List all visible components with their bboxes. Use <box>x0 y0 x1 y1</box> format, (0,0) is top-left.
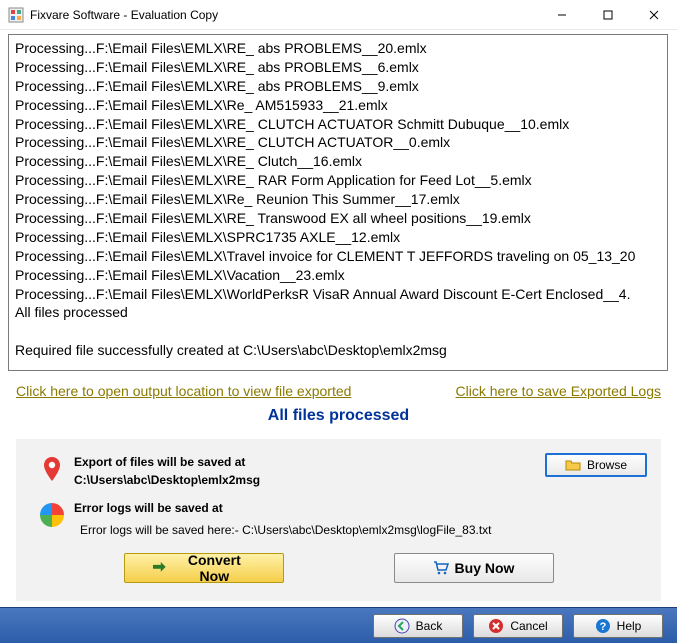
convert-now-button[interactable]: Convert Now <box>124 553 284 583</box>
pie-chart-icon <box>38 501 66 529</box>
help-button[interactable]: ? Help <box>573 614 663 638</box>
buy-now-button[interactable]: Buy Now <box>394 553 554 583</box>
export-path-label: Export of files will be saved at <box>74 453 527 471</box>
browse-button[interactable]: Browse <box>545 453 647 477</box>
cart-icon <box>433 560 449 576</box>
location-pin-icon <box>38 455 66 483</box>
buy-label: Buy Now <box>455 560 515 576</box>
error-log-path: Error logs will be saved here:- C:\Users… <box>74 517 527 539</box>
convert-icon <box>151 560 167 576</box>
export-path-value: C:\Users\abc\Desktop\emlx2msg <box>74 471 527 489</box>
settings-panel: Export of files will be saved at C:\User… <box>16 439 661 601</box>
cancel-button[interactable]: Cancel <box>473 614 563 638</box>
convert-label: Convert Now <box>172 552 256 584</box>
footer-bar: Back Cancel ? Help <box>0 607 677 643</box>
cancel-icon <box>488 618 504 634</box>
close-button[interactable] <box>631 0 677 30</box>
save-logs-link[interactable]: Click here to save Exported Logs <box>456 383 661 399</box>
back-button[interactable]: Back <box>373 614 463 638</box>
back-label: Back <box>416 619 443 633</box>
cancel-label: Cancel <box>510 619 547 633</box>
minimize-button[interactable] <box>539 0 585 30</box>
svg-text:?: ? <box>599 621 606 633</box>
back-arrow-icon <box>394 618 410 634</box>
help-icon: ? <box>595 618 611 634</box>
maximize-button[interactable] <box>585 0 631 30</box>
open-output-link[interactable]: Click here to open output location to vi… <box>16 383 351 399</box>
folder-icon <box>565 457 581 473</box>
log-output[interactable]: Processing...F:\Email Files\EMLX\RE_ abs… <box>8 34 668 371</box>
titlebar: Fixvare Software - Evaluation Copy <box>0 0 677 30</box>
window-controls <box>539 0 677 30</box>
browse-label: Browse <box>587 458 627 472</box>
error-log-label: Error logs will be saved at <box>74 499 527 517</box>
app-icon <box>8 7 24 23</box>
window-title: Fixvare Software - Evaluation Copy <box>30 8 218 22</box>
help-label: Help <box>617 619 642 633</box>
status-message: All files processed <box>8 405 669 439</box>
